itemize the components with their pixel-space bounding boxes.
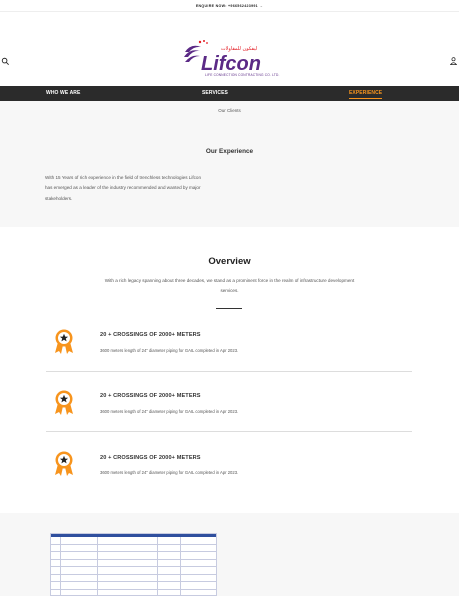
search-icon[interactable] <box>1 57 10 66</box>
achievement-item: 20 + CROSSINGS OF 2000+ METERS 3600 mete… <box>46 312 412 372</box>
document-row <box>51 544 216 552</box>
document-row <box>51 574 216 582</box>
submenu-bar: Our Clients <box>0 101 459 121</box>
logo-wordmark: Lifcon <box>201 53 261 75</box>
lifcon-logo[interactable]: ليفكون للمقاولات Lifcon <box>181 38 276 78</box>
site-header: ليفكون للمقاولات Lifcon LIFE CONNECTION … <box>0 12 459 86</box>
achievement-desc: 3600 meters length of 24" diameter pipin… <box>100 409 239 414</box>
medal-icon <box>55 451 73 476</box>
document-row <box>51 537 216 545</box>
main-nav: WHO WE ARE SERVICES EXPERIENCE <box>0 86 459 101</box>
achievement-title: 20 + CROSSINGS OF 2000+ METERS <box>100 332 201 338</box>
enquiry-link[interactable]: ENQUIRE NOW: +966562423991 → <box>196 4 263 8</box>
clients-section <box>0 513 459 596</box>
overview-title: Overview <box>208 256 251 267</box>
enquiry-bar[interactable]: ENQUIRE NOW: +966562423991 → <box>0 0 459 12</box>
logo-arabic: ليفكون للمقاولات <box>221 46 258 52</box>
project-list-document-image[interactable] <box>50 533 217 596</box>
medal-icon <box>55 329 73 354</box>
nav-active-indicator <box>349 97 382 99</box>
medal-icon <box>55 390 73 415</box>
achievement-title: 20 + CROSSINGS OF 2000+ METERS <box>100 455 201 461</box>
achievement-item: 20 + CROSSINGS OF 2000+ METERS 3600 mete… <box>46 433 412 493</box>
document-row <box>51 552 216 560</box>
achievement-desc: 3600 meters length of 24" diameter pipin… <box>100 470 239 475</box>
overview-text: With a rich legacy spanning about three … <box>104 278 355 293</box>
experience-title: Our Experience <box>205 148 254 155</box>
overview-divider <box>216 308 242 309</box>
document-row <box>51 567 216 575</box>
document-row <box>51 559 216 567</box>
document-row <box>51 582 216 590</box>
nav-item-services[interactable]: SERVICES <box>202 86 228 101</box>
experience-text: With 15 Years of rich experience in the … <box>45 175 202 201</box>
achievement-title: 20 + CROSSINGS OF 2000+ METERS <box>100 393 201 399</box>
submenu-our-clients[interactable]: Our Clients <box>218 108 241 113</box>
user-icon[interactable] <box>450 57 457 65</box>
experience-section: Our Experience With 15 Years of rich exp… <box>0 121 459 227</box>
nav-item-who-we-are[interactable]: WHO WE ARE <box>46 86 80 101</box>
logo-tagline: LIFE CONNECTION CONTRACTING CO. LTD. <box>205 73 280 77</box>
achievement-desc: 3600 meters length of 24" diameter pipin… <box>100 348 239 353</box>
document-row <box>51 589 216 595</box>
achievement-item: 20 + CROSSINGS OF 2000+ METERS 3600 mete… <box>46 372 412 432</box>
